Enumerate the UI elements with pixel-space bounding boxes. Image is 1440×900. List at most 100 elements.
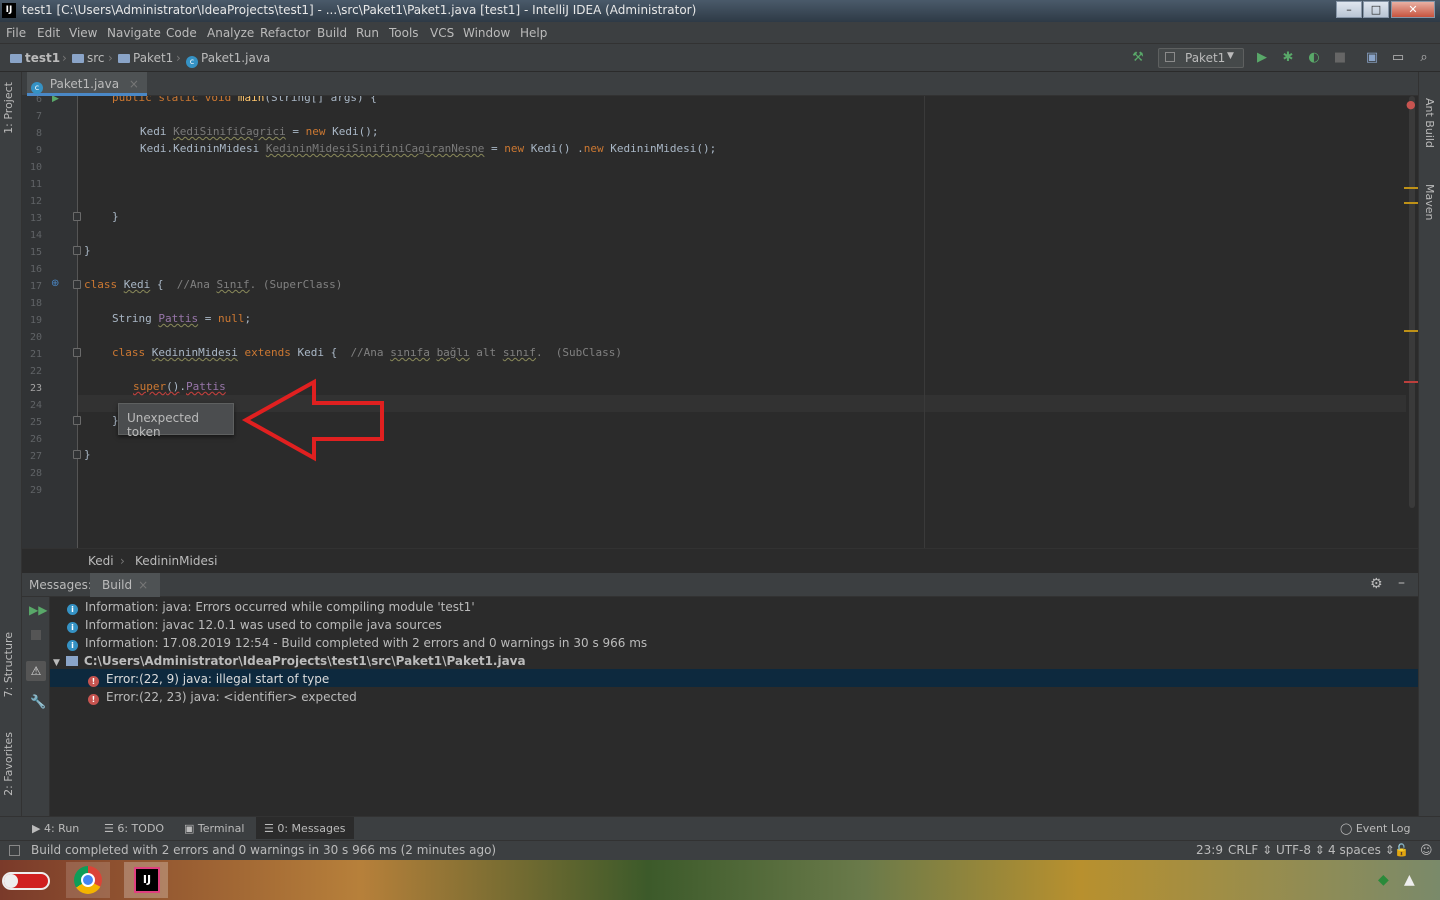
menu-vcs[interactable]: VCS bbox=[430, 26, 454, 40]
wrench-icon[interactable]: 🔧 bbox=[30, 695, 46, 710]
presentation-icon[interactable]: ▭ bbox=[1390, 50, 1406, 66]
message-info-line[interactable]: i Information: javac 12.0.1 was used to c… bbox=[67, 618, 442, 633]
status-bar: Build completed with 2 errors and 0 warn… bbox=[0, 840, 1440, 860]
line-number: 12 bbox=[29, 196, 42, 207]
menu-help[interactable]: Help bbox=[520, 26, 547, 40]
status-message[interactable]: Build completed with 2 errors and 0 warn… bbox=[31, 843, 496, 857]
menu-code[interactable]: Code bbox=[166, 26, 197, 40]
scrollbar-thumb[interactable] bbox=[1409, 96, 1415, 508]
indent-setting[interactable]: 4 spaces ⇕ bbox=[1328, 843, 1395, 857]
message-error-line[interactable]: ! Error:(22, 23) java: <identifier> expec… bbox=[88, 690, 357, 705]
crumb-src[interactable]: src bbox=[72, 51, 105, 65]
toggle-tool-windows-icon[interactable] bbox=[9, 845, 20, 856]
crumb-project[interactable]: test1 bbox=[10, 51, 60, 65]
menu-navigate[interactable]: Navigate bbox=[107, 26, 161, 40]
file-encoding[interactable]: UTF-8 ⇕ bbox=[1276, 843, 1325, 857]
tab-project[interactable]: 1: Project bbox=[2, 82, 15, 134]
taskbar-chrome[interactable] bbox=[66, 862, 110, 898]
close-window-button[interactable]: ✕ bbox=[1391, 1, 1435, 18]
search-icon[interactable]: ⌕ bbox=[1416, 50, 1432, 66]
coverage-icon[interactable]: ◐ bbox=[1306, 50, 1322, 66]
updown-icon: ⇕ bbox=[1380, 843, 1395, 857]
toggle-knob bbox=[4, 874, 18, 888]
tab-terminal-label: Terminal bbox=[197, 822, 245, 835]
crumb-package[interactable]: Paket1 bbox=[118, 51, 173, 65]
menu-analyze[interactable]: Analyze bbox=[207, 26, 254, 40]
fold-marker[interactable] bbox=[73, 280, 81, 289]
tab-ant-build[interactable]: Ant Build bbox=[1423, 98, 1436, 148]
stop-icon[interactable] bbox=[31, 630, 41, 640]
tab-maven[interactable]: Maven bbox=[1423, 184, 1436, 220]
run-configuration-select[interactable]: Paket1 ▼ bbox=[1158, 48, 1244, 68]
lock-icon[interactable]: 🔓 bbox=[1394, 843, 1409, 857]
fold-marker[interactable] bbox=[73, 416, 81, 425]
window-title-bar: IJ test1 [C:\Users\Administrator\IdeaPro… bbox=[0, 0, 1440, 22]
message-text: Error:(22, 23) java: <identifier> expect… bbox=[106, 690, 357, 704]
editor-tab-paket1[interactable]: c Paket1.java × bbox=[27, 72, 147, 96]
tab-favorites[interactable]: 2: Favorites bbox=[2, 732, 15, 796]
code-line-14: } bbox=[84, 244, 91, 257]
menu-edit[interactable]: Edit bbox=[37, 26, 60, 40]
breadcrumb-inner-class[interactable]: KedininMidesi bbox=[135, 554, 217, 568]
message-info-line[interactable]: i Information: java: Errors occurred whil… bbox=[67, 600, 475, 615]
minimize-button[interactable]: – bbox=[1336, 1, 1362, 18]
menu-refactor[interactable]: Refactor bbox=[260, 26, 310, 40]
menu-view[interactable]: View bbox=[69, 26, 97, 40]
menu-window[interactable]: Window bbox=[463, 26, 510, 40]
fold-marker[interactable] bbox=[73, 246, 81, 255]
fold-marker[interactable] bbox=[73, 212, 81, 221]
inspector-icon[interactable]: ☺ bbox=[1420, 843, 1433, 857]
warning-stripe[interactable] bbox=[1404, 187, 1418, 189]
fold-marker[interactable] bbox=[73, 450, 81, 459]
warning-filter-icon[interactable]: ⚠ bbox=[26, 661, 46, 681]
tab-run[interactable]: ▶ 4: Run bbox=[32, 822, 79, 835]
crumb-file[interactable]: c Paket1.java bbox=[186, 51, 270, 68]
error-indicator-icon[interactable]: ● bbox=[1406, 98, 1416, 111]
menu-build[interactable]: Build bbox=[317, 26, 347, 40]
project-structure-icon[interactable]: ▣ bbox=[1364, 50, 1380, 66]
bottom-tool-tabs: ▶ 4: Run ☰ 6: TODO ▣ Terminal ☰ 0: Messa… bbox=[0, 816, 1440, 840]
fold-marker[interactable] bbox=[73, 348, 81, 357]
stop-icon[interactable]: ■ bbox=[1332, 50, 1348, 66]
tab-todo[interactable]: ☰ 6: TODO bbox=[104, 822, 164, 835]
implementations-gutter-icon[interactable]: ⊕ bbox=[51, 278, 59, 289]
message-file-node[interactable]: ▼ C:\Users\Administrator\IdeaProjects\tes… bbox=[53, 654, 526, 668]
close-tab-icon[interactable]: × bbox=[129, 77, 139, 91]
menu-tools[interactable]: Tools bbox=[389, 26, 419, 40]
warning-stripe[interactable] bbox=[1404, 330, 1418, 332]
menu-run[interactable]: Run bbox=[356, 26, 379, 40]
error-stripe[interactable] bbox=[1404, 381, 1418, 383]
run-gutter-icon[interactable]: ▶ bbox=[52, 96, 59, 104]
line-number: 19 bbox=[29, 315, 42, 326]
editor-scrollbar[interactable] bbox=[1406, 96, 1418, 548]
gear-icon[interactable]: ⚙ bbox=[1370, 576, 1383, 592]
warning-stripe[interactable] bbox=[1404, 202, 1418, 204]
maximize-button[interactable]: □ bbox=[1363, 1, 1389, 18]
tab-build[interactable]: Build × bbox=[90, 573, 161, 597]
code-editor[interactable]: 6 7 8 9 10 11 12 13 14 15 16 17 18 19 20 21 22 23 24 25 26 27… bbox=[22, 96, 1418, 548]
message-error-line[interactable]: ! Error:(22, 9) java: illegal start of ty… bbox=[88, 672, 329, 687]
line-separator[interactable]: CRLF ⇕ bbox=[1228, 843, 1272, 857]
menu-file[interactable]: File bbox=[6, 26, 26, 40]
start-button[interactable] bbox=[0, 862, 52, 898]
caret-position[interactable]: 23:9 bbox=[1196, 843, 1223, 857]
code-line-22: super().Pattis bbox=[133, 380, 226, 393]
rerun-icon[interactable]: ▶▶ bbox=[29, 603, 47, 617]
tab-terminal[interactable]: ▣ Terminal bbox=[184, 822, 244, 835]
build-hammer-icon[interactable]: ⚒ bbox=[1130, 50, 1146, 66]
tab-structure[interactable]: 7: Structure bbox=[2, 632, 15, 697]
line-number: 24 bbox=[29, 400, 42, 411]
expand-arrow-icon[interactable]: ▼ bbox=[53, 658, 60, 668]
tray-network-icon[interactable]: ◆ bbox=[1378, 872, 1389, 888]
event-log-button[interactable]: ◯ Event Log bbox=[1340, 822, 1410, 835]
package-icon bbox=[118, 54, 130, 63]
run-icon[interactable]: ▶ bbox=[1254, 50, 1270, 66]
tray-flame-icon[interactable]: ▲ bbox=[1404, 872, 1415, 888]
taskbar-intellij[interactable]: IJ bbox=[124, 862, 168, 898]
debug-icon[interactable]: ✱ bbox=[1280, 50, 1296, 66]
minimize-panel-icon[interactable]: – bbox=[1398, 575, 1405, 591]
breadcrumb-class[interactable]: Kedi bbox=[88, 554, 114, 568]
message-info-line[interactable]: i Information: 17.08.2019 12:54 - Build c… bbox=[67, 636, 647, 651]
tab-messages[interactable]: ☰ 0: Messages bbox=[256, 817, 354, 839]
close-tab-icon[interactable]: × bbox=[138, 578, 148, 592]
